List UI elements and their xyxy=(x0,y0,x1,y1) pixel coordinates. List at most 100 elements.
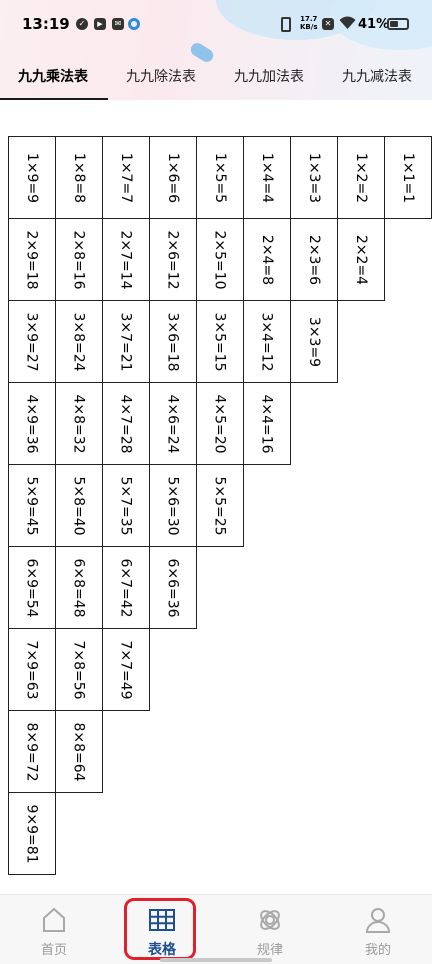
table-cell-text: 3×6=18 xyxy=(165,311,181,372)
table-cell-text: 2×9=18 xyxy=(24,229,40,290)
nav-pattern[interactable]: 规律 xyxy=(216,895,324,964)
table-cell: 2×5=10 xyxy=(196,218,244,301)
table-cell: 6×7=42 xyxy=(102,546,150,629)
table-cell: 2×9=18 xyxy=(8,218,56,301)
table-cell: 1×3=3 xyxy=(290,136,338,219)
table-cell-text: 5×9=45 xyxy=(24,475,40,536)
multiplication-table: 1×1=1 1×2=2 2×2=4 1×3=3 2×3=6 3×3=9 1×4=4 2×4=8… xyxy=(0,0,432,880)
nav-pattern-label: 规律 xyxy=(256,943,283,958)
table-cell: 1×2=2 xyxy=(337,136,385,219)
table-cell: 1×9=9 xyxy=(8,136,56,219)
table-cell: 7×7=49 xyxy=(102,628,150,711)
table-cell-text: 1×1=1 xyxy=(400,152,416,203)
table-cell: 4×8=32 xyxy=(55,382,103,465)
table-cell: 6×8=48 xyxy=(55,546,103,629)
table-cell-text: 1×8=8 xyxy=(71,152,87,203)
table-cell-text: 4×4=16 xyxy=(259,393,275,454)
nav-home[interactable]: 首页 xyxy=(0,895,108,964)
table-cell: 8×8=64 xyxy=(55,710,103,793)
table-cell: 4×4=16 xyxy=(243,382,291,465)
table-cell-text: 4×8=32 xyxy=(71,393,87,454)
table-cell-text: 5×7=35 xyxy=(118,475,134,536)
table-cell: 5×7=35 xyxy=(102,464,150,547)
table-cell: 2×6=12 xyxy=(149,218,197,301)
table-cell-text: 3×8=24 xyxy=(71,311,87,372)
table-cell-text: 9×9=81 xyxy=(24,803,40,864)
table-cell: 3×4=12 xyxy=(243,300,291,383)
table-cell: 1×5=5 xyxy=(196,136,244,219)
table-cell-text: 5×8=40 xyxy=(71,475,87,536)
table-cell-text: 3×4=12 xyxy=(259,311,275,372)
table-cell-text: 4×9=36 xyxy=(24,393,40,454)
table-cell-text: 3×9=27 xyxy=(24,311,40,372)
table-cell-text: 7×9=63 xyxy=(24,639,40,700)
table-cell-text: 4×5=20 xyxy=(212,393,228,454)
table-cell-text: 2×4=8 xyxy=(259,234,275,285)
table-cell-text: 1×7=7 xyxy=(118,152,134,203)
nav-profile-label: 我的 xyxy=(364,943,391,958)
table-cell: 5×8=40 xyxy=(55,464,103,547)
nav-home-label: 首页 xyxy=(40,943,67,958)
table-cell: 8×9=72 xyxy=(8,710,56,793)
table-cell: 6×6=36 xyxy=(149,546,197,629)
table-cell: 5×9=45 xyxy=(8,464,56,547)
user-icon xyxy=(365,908,391,933)
table-cell: 1×8=8 xyxy=(55,136,103,219)
table-cell: 5×5=25 xyxy=(196,464,244,547)
table-cell-text: 7×7=49 xyxy=(118,639,134,700)
pattern-icon xyxy=(260,910,280,930)
table-cell-text: 3×3=9 xyxy=(306,316,322,367)
table-cell: 7×9=63 xyxy=(8,628,56,711)
table-cell: 4×7=28 xyxy=(102,382,150,465)
table-cell-text: 2×2=4 xyxy=(353,234,369,285)
table-cell-text: 2×5=10 xyxy=(212,229,228,290)
table-cell: 1×1=1 xyxy=(384,136,432,219)
table-cell: 1×6=6 xyxy=(149,136,197,219)
table-cell: 3×8=24 xyxy=(55,300,103,383)
table-cell-text: 1×4=4 xyxy=(259,152,275,203)
table-cell-text: 6×6=36 xyxy=(165,557,181,618)
table-cell-text: 1×3=3 xyxy=(306,152,322,203)
table-cell-text: 8×8=64 xyxy=(71,721,87,782)
table-cell: 2×7=14 xyxy=(102,218,150,301)
table-cell: 3×9=27 xyxy=(8,300,56,383)
table-cell: 3×3=9 xyxy=(290,300,338,383)
table-cell: 4×9=36 xyxy=(8,382,56,465)
table-cell-text: 6×8=48 xyxy=(71,557,87,618)
table-cell: 4×6=24 xyxy=(149,382,197,465)
table-cell-text: 1×2=2 xyxy=(353,152,369,203)
table-cell-text: 2×8=16 xyxy=(71,229,87,290)
table-cell-text: 5×5=25 xyxy=(212,475,228,536)
table-cell-text: 1×6=6 xyxy=(165,152,181,203)
nav-profile[interactable]: 我的 xyxy=(324,895,432,964)
table-cell-text: 7×8=56 xyxy=(71,639,87,700)
table-cell: 6×9=54 xyxy=(8,546,56,629)
table-cell-text: 4×6=24 xyxy=(165,393,181,454)
table-cell-text: 4×7=28 xyxy=(118,393,134,454)
table-cell-text: 5×6=30 xyxy=(165,475,181,536)
table-cell: 2×3=6 xyxy=(290,218,338,301)
bottom-navigation: 首页 表格 规律 我的 xyxy=(0,894,432,964)
table-cell: 3×5=15 xyxy=(196,300,244,383)
table-cell-text: 6×9=54 xyxy=(24,557,40,618)
table-cell: 2×4=8 xyxy=(243,218,291,301)
table-cell: 7×8=56 xyxy=(55,628,103,711)
table-cell: 2×8=16 xyxy=(55,218,103,301)
table-cell-text: 2×3=6 xyxy=(306,234,322,285)
table-cell: 1×7=7 xyxy=(102,136,150,219)
table-cell: 3×6=18 xyxy=(149,300,197,383)
table-cell: 2×2=4 xyxy=(337,218,385,301)
table-cell-text: 2×7=14 xyxy=(118,229,134,290)
table-cell-text: 8×9=72 xyxy=(24,721,40,782)
table-cell-text: 3×5=15 xyxy=(212,311,228,372)
selection-highlight xyxy=(124,898,196,960)
table-cell-text: 2×6=12 xyxy=(165,229,181,290)
table-cell-text: 3×7=21 xyxy=(118,311,134,372)
table-cell: 3×7=21 xyxy=(102,300,150,383)
table-cell: 4×5=20 xyxy=(196,382,244,465)
table-cell: 5×6=30 xyxy=(149,464,197,547)
table-cell: 1×4=4 xyxy=(243,136,291,219)
table-cell-text: 6×7=42 xyxy=(118,557,134,618)
table-cell: 9×9=81 xyxy=(8,792,56,875)
home-indicator xyxy=(160,958,272,962)
